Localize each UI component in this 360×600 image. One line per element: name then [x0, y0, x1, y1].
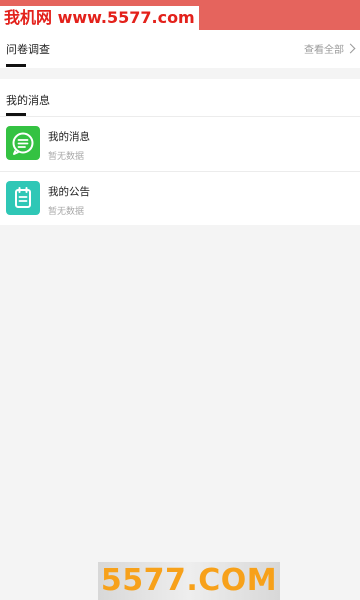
top-bar: 我机网 www.5577.com: [0, 0, 360, 30]
list-item-subtitle: 暂无数据: [48, 152, 85, 162]
list-item-title: 我的公告: [48, 186, 90, 198]
watermark-bottom: 5577.COM: [98, 562, 280, 600]
list-item-title: 我的消息: [48, 131, 90, 143]
list-item-my-messages[interactable]: 我的消息 暂无数据: [0, 117, 360, 172]
notice-icon: [6, 181, 40, 215]
survey-tab-indicator: [6, 64, 26, 67]
messages-title: 我的消息: [6, 94, 50, 107]
chevron-right-icon: [345, 43, 356, 54]
messages-header: 我的消息: [0, 79, 360, 117]
survey-section: 问卷调查 查看全部: [0, 30, 360, 68]
messages-tab-indicator: [6, 113, 26, 116]
list-item-subtitle: 暂无数据: [48, 207, 85, 217]
survey-title: 问卷调查: [6, 43, 50, 56]
view-all-link[interactable]: 查看全部: [304, 41, 356, 56]
message-icon: [6, 126, 40, 160]
list-item-my-notices[interactable]: 我的公告 暂无数据: [0, 172, 360, 226]
watermark-top: 我机网 www.5577.com: [0, 6, 199, 30]
view-all-label: 查看全部: [304, 45, 344, 56]
messages-section: 我的消息 我的消息 暂无数据 我的公告 暂无数据: [0, 79, 360, 225]
